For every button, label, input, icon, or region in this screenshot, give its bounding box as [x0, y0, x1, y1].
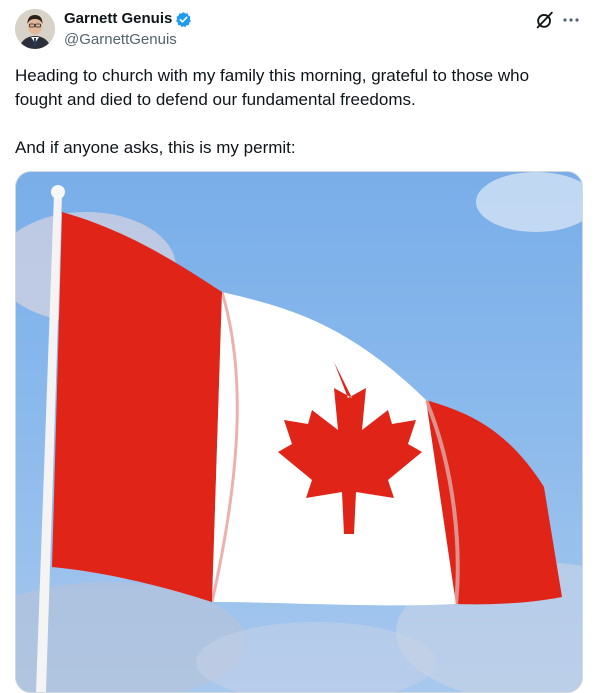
grok-icon[interactable]	[534, 9, 556, 31]
more-options-icon[interactable]	[562, 11, 580, 29]
author-name-row[interactable]: Garnett Genuis	[64, 10, 192, 28]
avatar[interactable]	[15, 9, 55, 49]
tweet-paragraph: Heading to church with my family this mo…	[15, 66, 530, 109]
flag-illustration	[16, 172, 582, 692]
tweet-text: Heading to church with my family this mo…	[15, 64, 580, 160]
tweet-paragraph: And if anyone asks, this is my permit:	[15, 138, 296, 157]
avatar-image	[15, 9, 55, 49]
author-name[interactable]: Garnett Genuis	[64, 10, 172, 28]
author-handle[interactable]: @GarnettGenuis	[64, 31, 177, 49]
canadian-flag-image[interactable]	[15, 171, 583, 693]
verified-badge-icon	[175, 11, 192, 28]
